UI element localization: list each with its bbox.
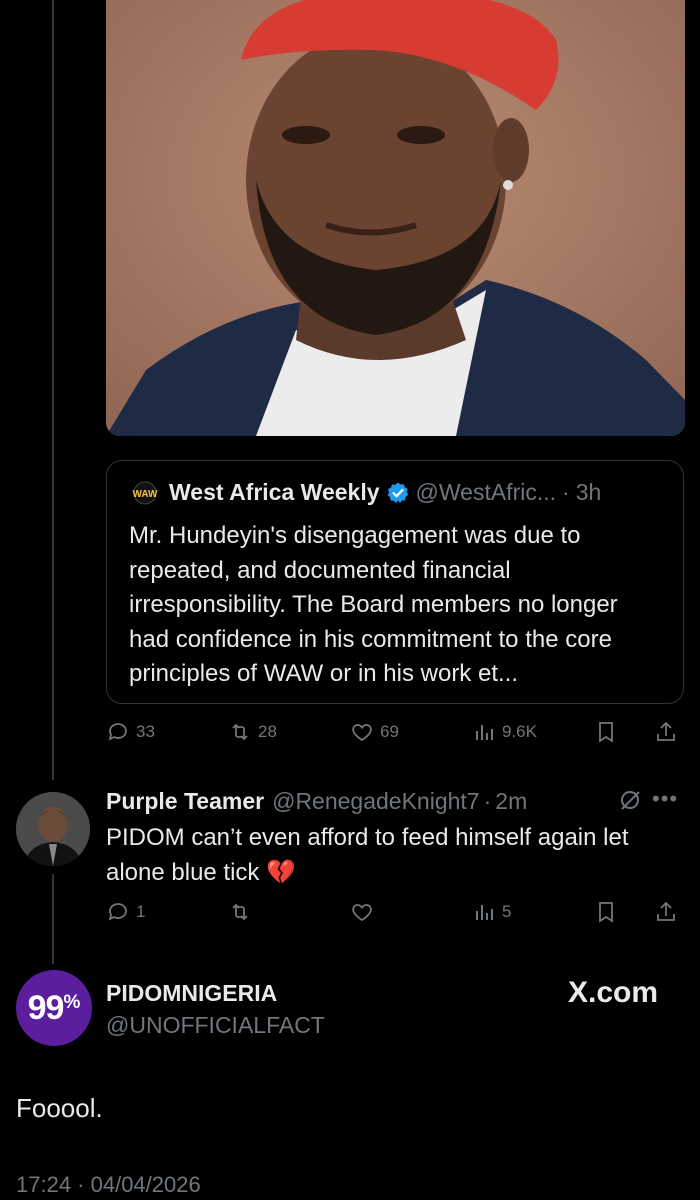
retweet-button[interactable]: 28 xyxy=(228,720,277,744)
waw-logo-icon[interactable]: WAW xyxy=(129,481,161,505)
more-options-icon[interactable]: ••• xyxy=(652,786,678,812)
view-count: 5 xyxy=(502,902,512,921)
bookmark-icon xyxy=(599,722,613,743)
reply-author-handle[interactable]: @RenegadeKnight7 xyxy=(272,788,480,815)
quoted-tweet-header: WAW West Africa Weekly @WestAfric... · 3… xyxy=(129,479,602,506)
tweet-media-photo[interactable] xyxy=(106,0,685,436)
share-button[interactable] xyxy=(654,900,684,924)
verified-badge-icon xyxy=(387,482,408,503)
quoted-author-name[interactable]: West Africa Weekly xyxy=(169,479,380,506)
retweet-icon xyxy=(232,723,248,741)
views-icon xyxy=(476,725,493,740)
parent-tweet-actions: 33 28 69 9.6K xyxy=(106,720,684,750)
grok-icon[interactable] xyxy=(618,788,642,812)
views-button[interactable]: 5 xyxy=(472,900,511,924)
quoted-author-handle[interactable]: @WestAfric... xyxy=(416,479,557,506)
reply-header: Purple Teamer @RenegadeKnight7 · 2m xyxy=(106,788,527,815)
reply-tweet-actions: 1 5 xyxy=(106,900,684,930)
percentage-badge: 99 % xyxy=(16,970,92,1046)
thread-line-top xyxy=(52,0,54,780)
brand-label: X.com xyxy=(568,976,659,1009)
view-count: 9.6K xyxy=(502,722,537,741)
heart-icon xyxy=(352,904,372,922)
badge-number: 99 xyxy=(27,988,65,1027)
account-name: PIDOMNIGERIA xyxy=(106,980,278,1006)
thread-line-bottom xyxy=(52,874,54,964)
retweet-button[interactable] xyxy=(228,900,258,924)
svg-text:WAW: WAW xyxy=(133,489,159,500)
retweet-count: 28 xyxy=(258,722,277,741)
reply-button[interactable]: 1 xyxy=(106,900,145,924)
portrait-image xyxy=(106,0,685,436)
separator-dot: · xyxy=(483,788,492,814)
reply-author-name[interactable]: Purple Teamer xyxy=(106,788,264,815)
heart-icon xyxy=(352,724,372,742)
reply-count: 33 xyxy=(136,722,155,741)
share-button[interactable] xyxy=(654,720,684,744)
post-timestamp: 17:24 · 04/04/2026 xyxy=(16,1172,201,1197)
reply-icon xyxy=(108,723,127,741)
bookmark-icon xyxy=(599,902,613,923)
reply-button[interactable]: 33 xyxy=(106,720,155,744)
quoted-tweet-time[interactable]: 3h xyxy=(576,479,602,506)
views-icon xyxy=(476,905,493,920)
reply-count: 1 xyxy=(136,902,146,921)
like-button[interactable] xyxy=(350,900,380,924)
reply-author-avatar[interactable] xyxy=(16,792,90,866)
account-handle: @UNOFFICIALFACT xyxy=(106,1012,325,1038)
reply-icon xyxy=(108,903,127,921)
reply-time[interactable]: 2m xyxy=(495,788,527,815)
share-icon xyxy=(657,901,675,921)
bookmark-button[interactable] xyxy=(594,900,624,924)
main-post-text: Fooool. xyxy=(16,1093,103,1123)
badge-symbol: % xyxy=(63,992,81,1013)
quoted-tweet-text: Mr. Hundeyin's disengagement was due to … xyxy=(129,522,618,687)
quoted-tweet-card[interactable]: WAW West Africa Weekly @WestAfric... · 3… xyxy=(106,460,684,704)
separator-dot: · xyxy=(562,479,570,505)
bookmark-button[interactable] xyxy=(594,720,624,744)
share-icon xyxy=(657,721,675,741)
like-button[interactable]: 69 xyxy=(350,720,399,744)
reply-text: PIDOM can’t even afford to feed himself … xyxy=(106,824,629,886)
like-count: 69 xyxy=(380,722,399,741)
retweet-icon xyxy=(232,903,248,921)
views-button[interactable]: 9.6K xyxy=(472,720,537,744)
avatar-image xyxy=(16,792,90,866)
